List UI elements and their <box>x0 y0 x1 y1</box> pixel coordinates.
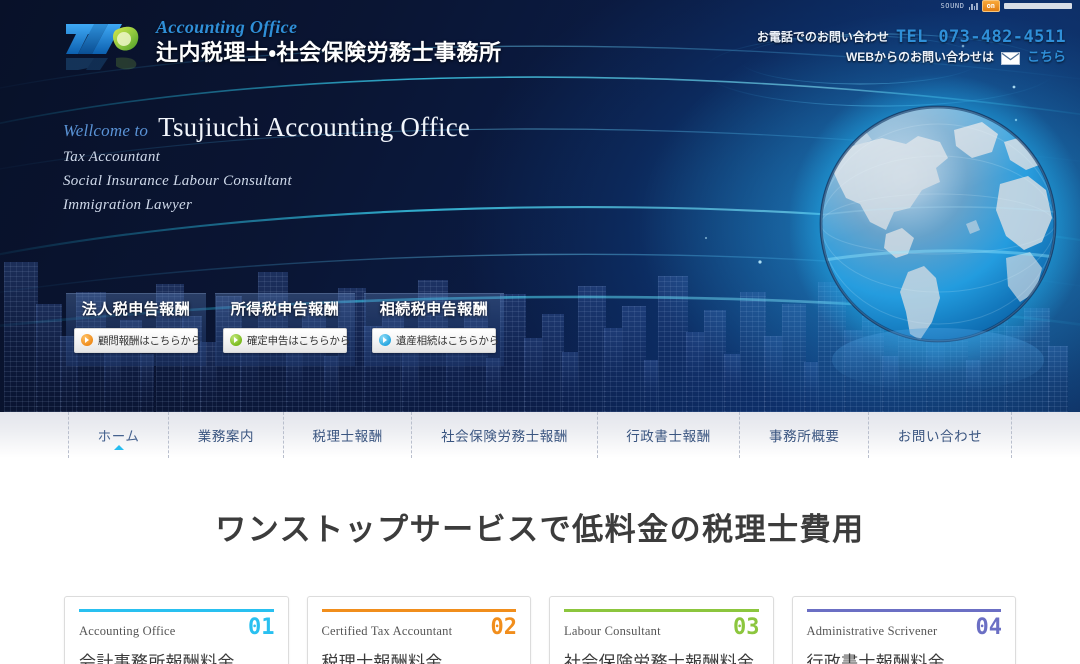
service-card-accounting-office[interactable]: 01 Accounting Office 会計事務所報酬料金 <box>64 596 289 664</box>
nav-item-label: 行政書士報酬 <box>626 425 711 445</box>
service-card-administrative-scrivener[interactable]: 04 Administrative Scrivener 行政書士報酬料金 <box>792 596 1017 664</box>
hero-service-boxes: 法人税申告報酬 顧問報酬はこちらから 所得税申告報酬 確定申告はこちらから 相続… <box>66 293 504 366</box>
web-contact-row[interactable]: WEBからのお問い合わせは こちら <box>757 47 1066 67</box>
sound-on-button[interactable]: on <box>982 0 1000 12</box>
sound-control-bar[interactable]: SOUND on <box>940 0 1080 12</box>
nav-item-label: ホーム <box>98 425 140 445</box>
web-contact-link[interactable]: こちら <box>1027 47 1066 67</box>
nav-item-home[interactable]: ホーム <box>68 412 168 458</box>
mail-envelope-icon <box>1001 51 1020 64</box>
hero-subtitle-2: Social Insurance Labour Consultant <box>63 171 470 191</box>
card-accent-bar <box>564 609 759 612</box>
service-box-title: 相続税申告報酬 <box>380 302 489 319</box>
nav-item-tax-accountant-fee[interactable]: 税理士報酬 <box>283 412 412 458</box>
service-card-list: 01 Accounting Office 会計事務所報酬料金 02 Certif… <box>0 596 1080 664</box>
hero-subtitle-3: Immigration Lawyer <box>63 195 470 215</box>
main-navigation: ホーム 業務案内 税理士報酬 社会保険労務士報酬 行政書士報酬 事務所概要 お問… <box>0 412 1080 458</box>
service-box-income-tax[interactable]: 所得税申告報酬 確定申告はこちらから <box>215 293 355 366</box>
nav-item-label: 業務案内 <box>198 425 254 445</box>
phone-contact-label: お電話でのお問い合わせ <box>757 27 889 47</box>
service-box-button-label: 確定申告はこちらから <box>247 333 350 348</box>
service-box-button-label: 顧問報酬はこちらから <box>98 333 201 348</box>
site-logo[interactable]: Accounting Office 辻内税理士・社会保険労務士事務所 <box>64 14 501 72</box>
service-box-title: 所得税申告報酬 <box>231 302 340 319</box>
nav-item-label: 税理士報酬 <box>312 425 383 445</box>
card-number: 04 <box>976 615 1003 640</box>
nav-item-office-overview[interactable]: 事務所概要 <box>739 412 868 458</box>
arrow-circle-right-icon <box>81 334 93 346</box>
main-content: ワンストップサービスで低料金の税理士費用 01 Accounting Offic… <box>0 458 1080 664</box>
service-box-button[interactable]: 顧問報酬はこちらから <box>74 328 198 353</box>
phone-contact-row: お電話でのお問い合わせ TEL 073-482-4511 <box>757 27 1066 47</box>
service-box-button[interactable]: 遺産相続はこちらから <box>372 328 496 353</box>
card-japanese-label: 会計事務所報酬料金 <box>79 648 274 664</box>
sound-label: SOUND <box>940 2 964 10</box>
service-box-button[interactable]: 確定申告はこちらから <box>223 328 347 353</box>
nav-item-services[interactable]: 業務案内 <box>168 412 283 458</box>
service-box-corporate-tax[interactable]: 法人税申告報酬 顧問報酬はこちらから <box>66 293 206 366</box>
service-card-labour-consultant[interactable]: 03 Labour Consultant 社会保険労務士報酬料金 <box>549 596 774 664</box>
arrow-circle-right-icon <box>379 334 391 346</box>
nav-item-contact[interactable]: お問い合わせ <box>868 412 1012 458</box>
nav-item-label: 社会保険労務士報酬 <box>441 425 568 445</box>
card-number: 03 <box>733 615 760 640</box>
phone-number: TEL 073-482-4511 <box>896 27 1066 47</box>
card-japanese-label: 行政書士報酬料金 <box>807 648 1002 664</box>
card-japanese-label: 社会保険労務士報酬料金 <box>564 648 759 664</box>
hero-banner: SOUND on <box>0 0 1080 412</box>
card-english-label: Certified Tax Accountant <box>322 624 517 639</box>
arrow-circle-right-icon <box>230 334 242 346</box>
card-japanese-label: 税理士報酬料金 <box>322 648 517 664</box>
card-accent-bar <box>79 609 274 612</box>
service-box-title: 法人税申告報酬 <box>82 302 191 319</box>
welcome-title: Tsujiuchi Accounting Office <box>158 113 470 143</box>
sound-progress-track[interactable] <box>1004 3 1072 9</box>
globe-icon <box>790 72 1080 402</box>
page-headline: ワンストップサービスで低料金の税理士費用 <box>0 458 1080 548</box>
card-accent-bar <box>807 609 1002 612</box>
nav-item-scrivener-fee[interactable]: 行政書士報酬 <box>597 412 740 458</box>
service-box-button-label: 遺産相続はこちらから <box>396 333 499 348</box>
header-contact: お電話でのお問い合わせ TEL 073-482-4511 WEBからのお問い合わ… <box>757 27 1066 67</box>
tsujiuchi-logo-icon <box>64 14 146 72</box>
service-box-inheritance-tax[interactable]: 相続税申告報酬 遺産相続はこちらから <box>364 293 504 366</box>
nav-item-label: 事務所概要 <box>769 425 840 445</box>
card-english-label: Administrative Scrivener <box>807 624 1002 639</box>
card-english-label: Labour Consultant <box>564 624 759 639</box>
service-card-certified-tax-accountant[interactable]: 02 Certified Tax Accountant 税理士報酬料金 <box>307 596 532 664</box>
nav-item-labour-consultant-fee[interactable]: 社会保険労務士報酬 <box>411 412 596 458</box>
card-number: 01 <box>248 615 275 640</box>
card-number: 02 <box>491 615 518 640</box>
brand-japanese-name: 辻内税理士・社会保険労務士事務所 <box>156 39 501 67</box>
active-indicator-triangle-icon <box>114 445 124 450</box>
hero-subtitle-1: Tax Accountant <box>63 147 470 167</box>
web-contact-label: WEBからのお問い合わせは <box>846 47 994 67</box>
brand-english-name: Accounting Office <box>156 18 501 38</box>
card-english-label: Accounting Office <box>79 624 274 639</box>
nav-item-label: お問い合わせ <box>898 425 983 445</box>
welcome-prefix: Wellcome to <box>63 121 148 141</box>
hero-welcome-text: Wellcome to Tsujiuchi Accounting Office … <box>63 113 470 215</box>
equalizer-icon <box>969 3 978 10</box>
card-accent-bar <box>322 609 517 612</box>
